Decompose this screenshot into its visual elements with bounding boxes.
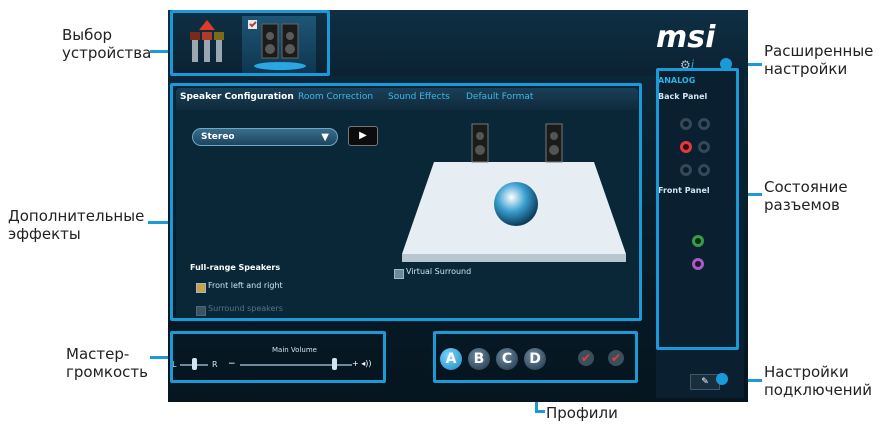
highlight-master-volume xyxy=(170,331,386,383)
callout-advanced-settings: Расширенные настройки xyxy=(764,42,874,78)
callout-master-volume: Мастер-громкость xyxy=(66,345,148,381)
callout-profiles: Профили xyxy=(546,404,618,422)
callout-jack-status: Состояние разъемов xyxy=(764,178,848,214)
connection-dot xyxy=(716,373,728,385)
callout-device-select: Выбор устройства xyxy=(62,26,152,62)
callout-line-effects xyxy=(148,221,170,224)
highlight-effects xyxy=(170,83,642,321)
callout-line-device xyxy=(150,50,170,53)
highlight-jacks xyxy=(656,68,739,350)
callout-line-profiles-h xyxy=(535,410,545,413)
callout-connection-settings: Настройки подключений xyxy=(764,363,873,399)
callout-additional-effects: Дополнительные эффекты xyxy=(8,207,145,243)
highlight-profiles xyxy=(433,331,638,383)
callout-line-volume xyxy=(150,356,170,359)
msi-logo: msi xyxy=(656,20,716,55)
highlight-device-select xyxy=(170,10,330,76)
advanced-dot xyxy=(720,58,732,70)
